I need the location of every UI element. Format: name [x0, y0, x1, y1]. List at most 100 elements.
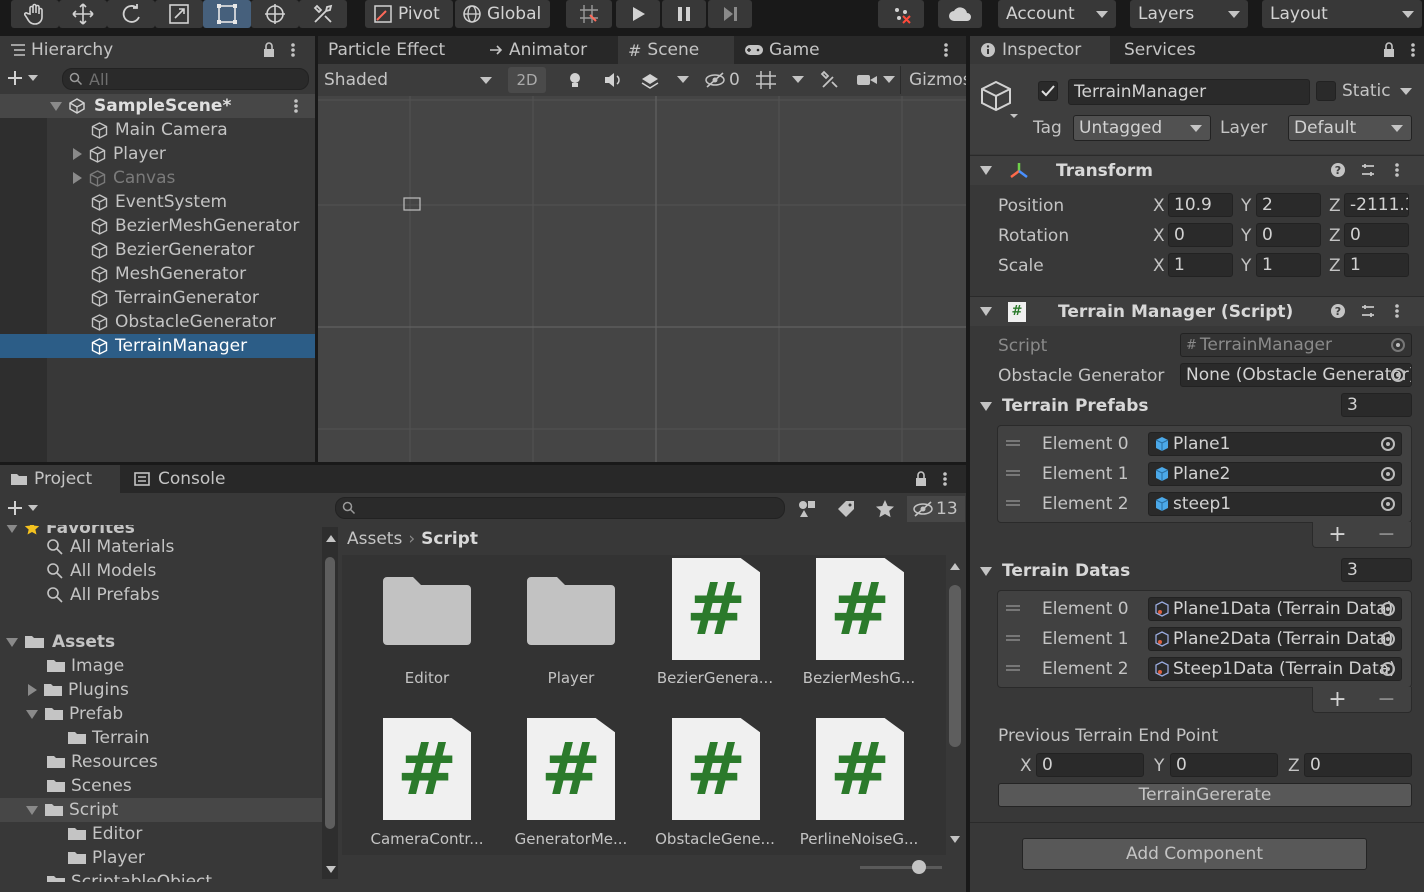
gizmos-dropdown[interactable]: Gizmos [900, 66, 966, 94]
element-object-field[interactable]: steep1 [1148, 492, 1402, 516]
lightbulb-icon[interactable] [566, 71, 584, 89]
scale-y-field[interactable]: 1 [1256, 253, 1321, 277]
asset-scrollbar[interactable] [946, 557, 964, 849]
kebab-menu-icon[interactable] [1394, 303, 1400, 319]
object-picker-icon[interactable] [1381, 497, 1395, 511]
tab-services[interactable]: Services [1114, 36, 1224, 64]
tree-resources[interactable]: Resources [46, 750, 158, 774]
tree-plugins[interactable]: Plugins [28, 678, 129, 702]
audio-icon[interactable] [603, 71, 623, 89]
drag-handle-icon[interactable] [1006, 500, 1020, 506]
remove-element-button[interactable]: − [1377, 687, 1395, 712]
element-object-field[interactable]: Plane1 [1148, 432, 1402, 456]
tab-inspector[interactable]: Inspector [970, 36, 1110, 64]
prev-end-x-field[interactable]: 0 [1036, 753, 1144, 777]
csharp-script-icon[interactable]: # [672, 558, 760, 660]
move-tool-button[interactable] [59, 0, 107, 28]
tree-player[interactable]: Player [67, 846, 145, 870]
scroll-down-icon[interactable] [950, 836, 960, 843]
position-y-field[interactable]: 2 [1256, 193, 1321, 217]
scroll-up-icon[interactable] [326, 535, 336, 542]
hierarchy-item[interactable]: BezierMeshGenerator [0, 214, 315, 238]
add-component-button[interactable]: Add Component [1022, 838, 1367, 870]
transform-header[interactable]: Transform [970, 155, 1424, 185]
2d-toggle[interactable]: 2D [508, 67, 546, 93]
grid-snap-button[interactable] [566, 0, 612, 28]
label-tag-icon[interactable] [836, 499, 856, 519]
step-button[interactable] [708, 0, 752, 28]
tree-image[interactable]: Image [46, 654, 124, 678]
rotation-z-field[interactable]: 0 [1344, 223, 1409, 247]
hierarchy-item[interactable]: TerrainGenerator [0, 286, 315, 310]
obstacle-generator-field[interactable]: None (Obstacle Generator) [1180, 363, 1412, 387]
object-name-input[interactable]: TerrainManager [1068, 79, 1310, 105]
cloud-button[interactable] [938, 0, 982, 28]
element-object-field[interactable]: Plane2Data (Terrain Data) [1148, 627, 1402, 651]
scale-x-field[interactable]: 1 [1168, 253, 1233, 277]
scroll-thumb[interactable] [325, 557, 335, 829]
gameobject-cube-icon[interactable] [980, 78, 1020, 120]
hierarchy-item[interactable]: EventSystem [0, 190, 315, 214]
pivot-toggle[interactable]: Pivot [365, 0, 453, 28]
chevron-down-icon[interactable] [677, 76, 689, 83]
kebab-menu-icon[interactable] [943, 42, 949, 58]
preset-icon[interactable] [1360, 303, 1376, 319]
rect-tool-button[interactable] [203, 0, 251, 28]
position-x-field[interactable]: 10.9 [1168, 193, 1233, 217]
tab-scene[interactable]: # Scene [618, 36, 734, 64]
preset-icon[interactable] [1360, 162, 1376, 178]
layer-dropdown[interactable]: Default [1288, 115, 1412, 141]
csharp-script-icon[interactable]: # [816, 558, 904, 660]
lock-icon[interactable] [914, 471, 928, 487]
terrain-datas-size[interactable]: 3 [1341, 558, 1412, 582]
csharp-script-icon[interactable]: # [816, 718, 904, 820]
effects-icon[interactable] [640, 71, 660, 89]
static-checkbox[interactable] [1316, 81, 1336, 101]
kebab-menu-icon[interactable] [942, 471, 948, 487]
lock-icon[interactable] [262, 42, 276, 58]
hierarchy-item[interactable]: ObstacleGenerator [0, 310, 315, 334]
terrain-datas-foldout[interactable]: Terrain Datas [980, 559, 1130, 583]
layout-dropdown[interactable]: Layout [1262, 0, 1422, 28]
hierarchy-item[interactable]: BezierGenerator [0, 238, 315, 262]
element-object-field[interactable]: Steep1Data (Terrain Data) [1148, 657, 1402, 681]
tree-script[interactable]: Script [0, 798, 322, 822]
remove-element-button[interactable]: − [1377, 522, 1395, 547]
scroll-thumb[interactable] [949, 585, 961, 747]
project-search-input[interactable] [335, 497, 785, 519]
hierarchy-item[interactable]: Canvas [0, 166, 315, 190]
prev-end-z-field[interactable]: 0 [1304, 753, 1412, 777]
element-object-field[interactable]: Plane1Data (Terrain Data) [1148, 597, 1402, 621]
custom-tool-button[interactable] [299, 0, 347, 28]
hidden-objects-toggle[interactable]: 0 [704, 68, 740, 92]
script-component-header[interactable]: # Terrain Manager (Script) [970, 296, 1424, 326]
rotation-y-field[interactable]: 0 [1256, 223, 1321, 247]
chevron-down-icon[interactable] [883, 76, 895, 83]
create-asset-button[interactable] [6, 499, 38, 517]
kebab-menu-icon[interactable] [1394, 162, 1400, 178]
fav-item[interactable]: All Prefabs [46, 583, 160, 607]
folder-icon[interactable] [383, 571, 471, 645]
lock-icon[interactable] [1382, 42, 1396, 58]
terrain-prefabs-size[interactable]: 3 [1341, 393, 1412, 417]
grid-icon[interactable] [755, 70, 777, 90]
hierarchy-item[interactable]: Main Camera [0, 118, 315, 142]
breadcrumb-assets[interactable]: Assets [347, 529, 402, 549]
hidden-packages-toggle[interactable]: 13 [907, 496, 965, 522]
tab-project[interactable]: Project [0, 465, 120, 493]
fav-item[interactable]: All Materials [46, 535, 174, 559]
scene-row[interactable]: SampleScene* [0, 94, 315, 118]
position-z-field[interactable]: -2111.3 [1344, 193, 1409, 217]
scene-grid[interactable] [318, 96, 966, 462]
csharp-script-icon[interactable]: # [383, 718, 471, 820]
tools-icon[interactable] [820, 70, 840, 90]
hierarchy-search-input[interactable]: All [62, 68, 309, 90]
kebab-menu-icon[interactable] [293, 98, 299, 114]
help-icon[interactable]: ? [1330, 303, 1346, 319]
tree-assets[interactable]: Assets [6, 630, 115, 654]
transform-tool-button[interactable] [251, 0, 299, 28]
tag-dropdown[interactable]: Untagged [1073, 115, 1211, 141]
hand-tool-button[interactable] [11, 0, 59, 28]
tree-editor[interactable]: Editor [67, 822, 142, 846]
zoom-slider[interactable] [860, 860, 942, 874]
